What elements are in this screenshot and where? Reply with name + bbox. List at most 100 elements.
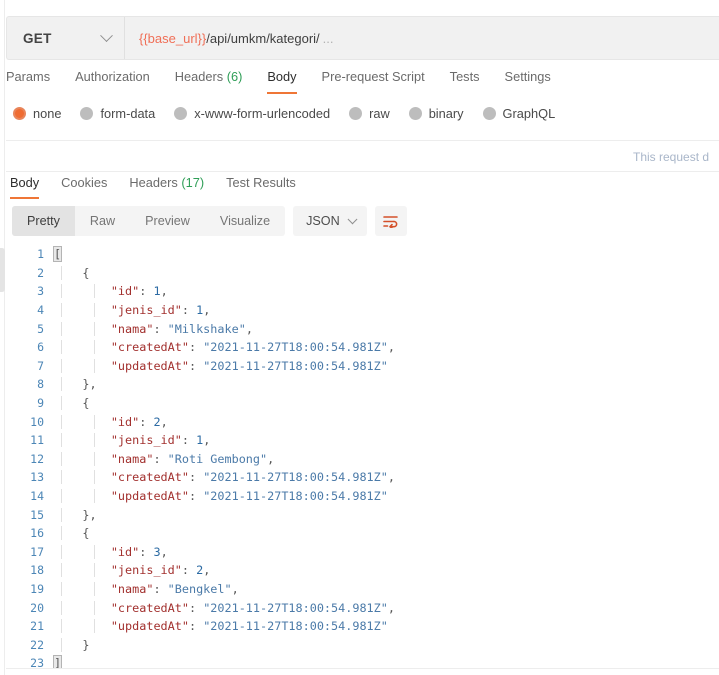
body-type-binary[interactable]: binary [408,106,464,121]
indent-guide [61,284,62,299]
url-variable: {{base_url}} [139,30,207,46]
json-key: "nama" [110,321,154,336]
response-format-raw[interactable]: Raw [75,206,130,236]
indent-guide [94,321,95,336]
tab-label: Body [267,69,297,84]
chevron-down-icon [347,213,358,224]
json-punctuation: { [82,265,90,280]
json-punctuation: : [188,619,204,634]
request-tab-params[interactable]: Params [6,66,50,94]
radio-selected-icon [13,107,26,120]
json-key: "id" [110,414,140,429]
indent-guide [94,470,95,485]
body-type-raw[interactable]: raw [349,106,390,121]
indent-guide [61,544,62,559]
indent-guide [61,377,62,392]
json-punctuation: }, [82,507,97,522]
json-key: "updatedAt" [110,489,189,504]
json-punctuation: , [160,544,168,559]
body-type-x-www-form-urlencoded[interactable]: x-www-form-urlencoded [174,106,330,121]
response-tab-headers[interactable]: Headers (17) [129,172,204,199]
request-tab-authorization[interactable]: Authorization [75,66,150,94]
response-language-dropdown[interactable]: JSON [293,206,367,236]
request-tab-body[interactable]: Body [267,66,297,94]
code-line: 17 "id": 3, [6,543,719,562]
json-punctuation: }, [82,377,97,392]
json-string: "Milkshake" [167,321,246,336]
response-tab-test-results[interactable]: Test Results [226,172,296,199]
indent-guide [94,581,95,596]
indent-guide [61,433,62,448]
line-number: 2 [37,265,44,280]
response-tab-body[interactable]: Body [10,172,40,199]
json-key: "jenis_id" [110,563,182,578]
sidebar-collapse-handle[interactable] [0,248,5,292]
response-pane-divider: This request d [6,140,719,172]
indent-guide [94,303,95,318]
json-key: "createdAt" [110,600,189,615]
json-punctuation: : [188,340,204,355]
request-tab-tests[interactable]: Tests [450,66,480,94]
json-punctuation: , [387,340,395,355]
body-type-form-data[interactable]: form-data [80,106,155,121]
line-number: 20 [30,600,44,615]
indent-guide [61,637,62,652]
http-method-dropdown[interactable]: GET [7,17,125,59]
code-line: 19 "nama": "Bengkel", [6,580,719,599]
tab-label: Authorization [75,69,150,84]
json-number: 2 [153,414,161,429]
json-key: "jenis_id" [110,433,182,448]
json-punctuation: : [153,321,168,336]
response-language-label: JSON [306,214,340,228]
response-format-pretty[interactable]: Pretty [12,206,75,236]
request-tab-pre-request-script[interactable]: Pre-request Script [322,66,425,94]
code-line-content: [ [52,246,719,263]
json-key: "id" [110,544,140,559]
response-format-preview[interactable]: Preview [130,206,205,236]
body-type-graphql[interactable]: GraphQL [482,106,555,121]
tab-label: Test Results [226,175,296,190]
indent-guide [94,544,95,559]
json-punctuation: , [387,470,395,485]
url-path: /api/umkm/kategori/ [206,30,320,46]
request-note-text: This request d [633,150,710,164]
tab-count-badge: (17) [177,175,205,190]
request-tab-headers[interactable]: Headers (6) [175,66,243,94]
http-method-label: GET [23,30,52,46]
response-tabs: Body Cookies Headers (17) Test Results [10,172,318,199]
json-punctuation: : [181,433,197,448]
body-type-label: raw [369,106,390,121]
json-string: "2021-11-27T18:00:54.981Z" [203,600,388,615]
body-type-none[interactable]: none [13,106,61,121]
wrap-lines-button[interactable] [374,206,407,236]
radio-unselected-icon [408,107,422,120]
body-type-label: binary [428,106,464,121]
code-line-content: "updatedAt": "2021-11-27T18:00:54.981Z" [54,619,719,634]
code-line: 8 }, [6,375,719,394]
indent-guide [94,451,95,466]
indent-guide [61,265,62,280]
line-number: 15 [30,507,44,522]
response-format-visualize[interactable]: Visualize [205,206,285,236]
line-number: 18 [30,563,44,578]
code-line: 18 "jenis_id": 2, [6,561,719,580]
request-url-input[interactable]: {{base_url}}/api/umkm/kategori/... [125,17,719,59]
request-tab-settings[interactable]: Settings [505,66,551,94]
tab-label: Headers [129,175,178,190]
line-number: 9 [37,396,44,411]
code-line: 21 "updatedAt": "2021-11-27T18:00:54.981… [6,617,719,636]
json-punctuation: } [82,637,90,652]
indent-guide [61,507,62,522]
response-tab-cookies[interactable]: Cookies [61,172,107,199]
response-body-json-viewer[interactable]: 1[2 {3 "id": 1, 4 "jenis_id": 1, 5 "nama":… [6,245,719,669]
indent-guide [94,340,95,355]
code-line: 7 "updatedAt": "2021-11-27T18:00:54.981Z… [6,357,719,376]
